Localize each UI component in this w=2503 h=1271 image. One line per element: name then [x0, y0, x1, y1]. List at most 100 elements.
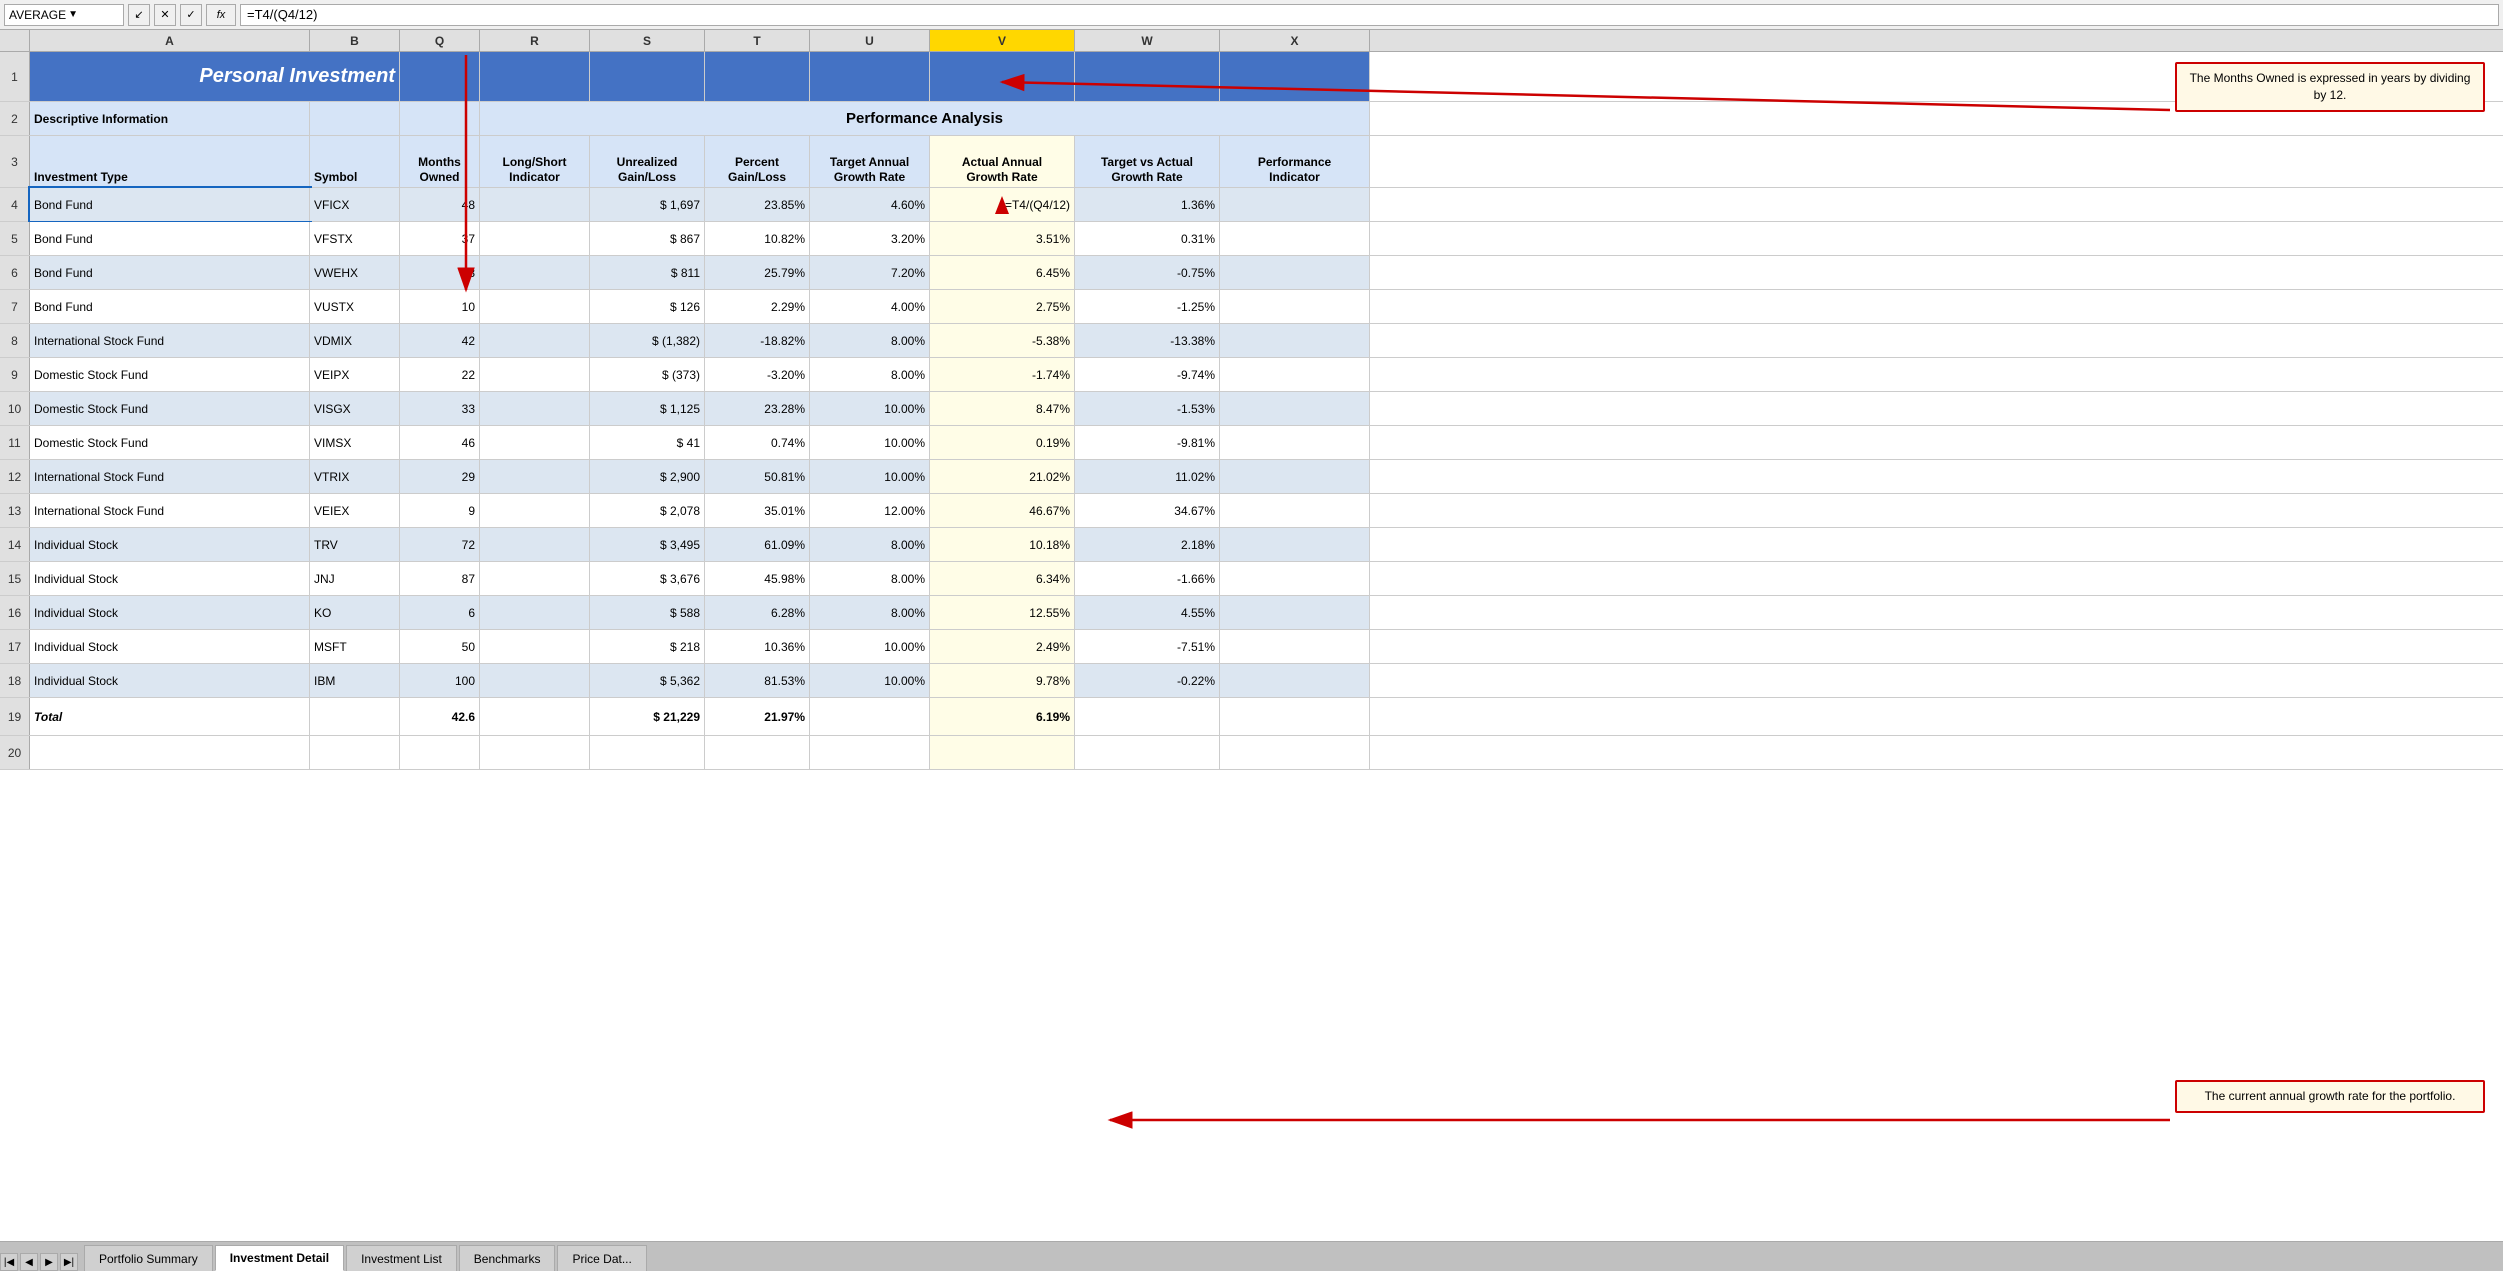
cell-U15[interactable]: 8.00% [810, 562, 930, 595]
cell-S14[interactable]: $ 3,495 [590, 528, 705, 561]
cell-T9[interactable]: -3.20% [705, 358, 810, 391]
cell-U13[interactable]: 12.00% [810, 494, 930, 527]
cell-R10[interactable] [480, 392, 590, 425]
cell-B8[interactable]: VDMIX [310, 324, 400, 357]
cell-A17[interactable]: Individual Stock [30, 630, 310, 663]
cell-W14[interactable]: 2.18% [1075, 528, 1220, 561]
cell-R12[interactable] [480, 460, 590, 493]
cell-R20[interactable] [480, 736, 590, 769]
cell-B4[interactable]: VFICX [310, 188, 400, 221]
cell-W13[interactable]: 34.67% [1075, 494, 1220, 527]
cell-X9[interactable] [1220, 358, 1370, 391]
cell-V14[interactable]: 10.18% [930, 528, 1075, 561]
cell-T19[interactable]: 21.97% [705, 698, 810, 735]
cell-T14[interactable]: 61.09% [705, 528, 810, 561]
cell[interactable] [930, 52, 1075, 101]
cell-R7[interactable] [480, 290, 590, 323]
tab-last-btn[interactable]: ▶| [60, 1253, 78, 1271]
cell-W12[interactable]: 11.02% [1075, 460, 1220, 493]
cell-T7[interactable]: 2.29% [705, 290, 810, 323]
col-header-[interactable] [0, 30, 30, 51]
cell[interactable] [1075, 52, 1220, 101]
cell-S8[interactable]: $ (1,382) [590, 324, 705, 357]
cell-B16[interactable]: KO [310, 596, 400, 629]
cell-X10[interactable] [1220, 392, 1370, 425]
cell-U6[interactable]: 7.20% [810, 256, 930, 289]
cell-R6[interactable] [480, 256, 590, 289]
cell[interactable] [400, 52, 480, 101]
cell-S15[interactable]: $ 3,676 [590, 562, 705, 595]
cell-V12[interactable]: 21.02% [930, 460, 1075, 493]
col-header-U[interactable]: U [810, 30, 930, 51]
cell-B20[interactable] [310, 736, 400, 769]
cell-T16[interactable]: 6.28% [705, 596, 810, 629]
tab-price-dat...[interactable]: Price Dat... [557, 1245, 646, 1271]
cell-U20[interactable] [810, 736, 930, 769]
cell-T8[interactable]: -18.82% [705, 324, 810, 357]
cell-Q5[interactable]: 37 [400, 222, 480, 255]
cell-B5[interactable]: VFSTX [310, 222, 400, 255]
cell-W4[interactable]: 1.36% [1075, 188, 1220, 221]
cell-R19[interactable] [480, 698, 590, 735]
cell-A18[interactable]: Individual Stock [30, 664, 310, 697]
cell-T18[interactable]: 81.53% [705, 664, 810, 697]
cell-V8[interactable]: -5.38% [930, 324, 1075, 357]
fx-btn[interactable]: fx [206, 4, 236, 26]
cell-V20[interactable] [930, 736, 1075, 769]
cell-Q16[interactable]: 6 [400, 596, 480, 629]
cell-R11[interactable] [480, 426, 590, 459]
cell-W6[interactable]: -0.75% [1075, 256, 1220, 289]
cell-B6[interactable]: VWEHX [310, 256, 400, 289]
cell-S9[interactable]: $ (373) [590, 358, 705, 391]
cell-U17[interactable]: 10.00% [810, 630, 930, 663]
cell-B9[interactable]: VEIPX [310, 358, 400, 391]
tab-next-btn[interactable]: ▶ [40, 1253, 58, 1271]
cell-X11[interactable] [1220, 426, 1370, 459]
cell-A15[interactable]: Individual Stock [30, 562, 310, 595]
cell-S5[interactable]: $ 867 [590, 222, 705, 255]
cell-U11[interactable]: 10.00% [810, 426, 930, 459]
cell-U19[interactable] [810, 698, 930, 735]
cell-V13[interactable]: 46.67% [930, 494, 1075, 527]
cell-V4[interactable]: =T4/(Q4/12) [930, 188, 1075, 221]
cell-X5[interactable] [1220, 222, 1370, 255]
cell-S4[interactable]: $ 1,697 [590, 188, 705, 221]
cell-T5[interactable]: 10.82% [705, 222, 810, 255]
cell-A19[interactable]: Total [30, 698, 310, 735]
cell-A12[interactable]: International Stock Fund [30, 460, 310, 493]
cell-b2[interactable] [310, 102, 400, 135]
col-header-S[interactable]: S [590, 30, 705, 51]
cell-Q20[interactable] [400, 736, 480, 769]
tab-investment-detail[interactable]: Investment Detail [215, 1245, 344, 1271]
cell-V16[interactable]: 12.55% [930, 596, 1075, 629]
tab-prev-btn[interactable]: ◀ [20, 1253, 38, 1271]
cell-Q14[interactable]: 72 [400, 528, 480, 561]
cell-R17[interactable] [480, 630, 590, 663]
cell-V6[interactable]: 6.45% [930, 256, 1075, 289]
cell-A5[interactable]: Bond Fund [30, 222, 310, 255]
cell-T15[interactable]: 45.98% [705, 562, 810, 595]
cell-S16[interactable]: $ 588 [590, 596, 705, 629]
tab-portfolio-summary[interactable]: Portfolio Summary [84, 1245, 213, 1271]
cell-V15[interactable]: 6.34% [930, 562, 1075, 595]
cell-W10[interactable]: -1.53% [1075, 392, 1220, 425]
cell-S12[interactable]: $ 2,900 [590, 460, 705, 493]
cell-Q7[interactable]: 10 [400, 290, 480, 323]
col-header-V[interactable]: V [930, 30, 1075, 51]
cell-B11[interactable]: VIMSX [310, 426, 400, 459]
cell-U10[interactable]: 10.00% [810, 392, 930, 425]
cell-X8[interactable] [1220, 324, 1370, 357]
cell-U9[interactable]: 8.00% [810, 358, 930, 391]
cell-U4[interactable]: 4.60% [810, 188, 930, 221]
cell-S10[interactable]: $ 1,125 [590, 392, 705, 425]
cell-A16[interactable]: Individual Stock [30, 596, 310, 629]
cell-Q11[interactable]: 46 [400, 426, 480, 459]
cell-W15[interactable]: -1.66% [1075, 562, 1220, 595]
cell-A13[interactable]: International Stock Fund [30, 494, 310, 527]
cell-V19[interactable]: 6.19% [930, 698, 1075, 735]
cell-W9[interactable]: -9.74% [1075, 358, 1220, 391]
cell-R16[interactable] [480, 596, 590, 629]
cell-W8[interactable]: -13.38% [1075, 324, 1220, 357]
cell-X7[interactable] [1220, 290, 1370, 323]
tab-benchmarks[interactable]: Benchmarks [459, 1245, 556, 1271]
